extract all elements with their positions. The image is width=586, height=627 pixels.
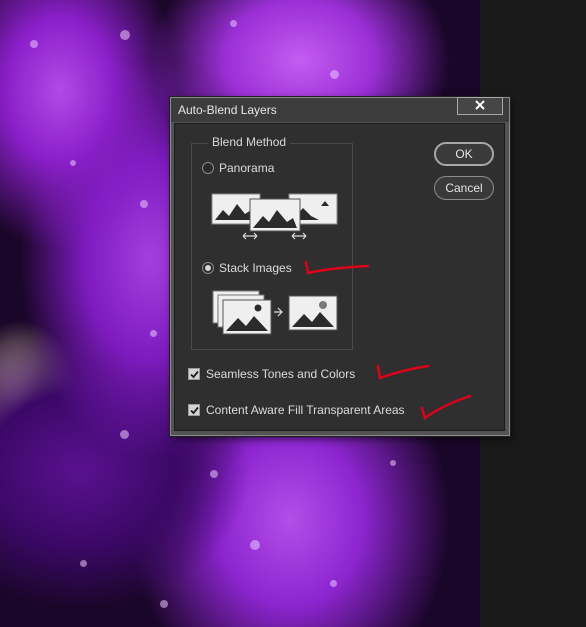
content-aware-fill-checkbox[interactable]	[188, 404, 200, 416]
dialog-title: Auto-Blend Layers	[178, 103, 277, 117]
content-aware-fill-label[interactable]: Content Aware Fill Transparent Areas	[206, 403, 405, 417]
annotation-mark	[376, 364, 430, 380]
stack-images-label[interactable]: Stack Images	[219, 261, 292, 275]
panorama-radio[interactable]	[202, 162, 214, 174]
seamless-tones-label[interactable]: Seamless Tones and Colors	[206, 367, 355, 381]
close-button[interactable]	[457, 97, 503, 115]
panorama-label[interactable]: Panorama	[219, 161, 274, 175]
cancel-button[interactable]: Cancel	[434, 176, 494, 200]
title-bar[interactable]: Auto-Blend Layers	[171, 97, 509, 122]
seamless-tones-checkbox[interactable]	[188, 368, 200, 380]
checkmark-icon	[190, 406, 199, 415]
ok-button[interactable]: OK	[434, 142, 494, 166]
stack-images-radio[interactable]	[202, 262, 214, 274]
blend-method-group: Blend Method Panorama Stack Images	[191, 135, 353, 350]
panorama-illustration-icon	[211, 193, 338, 240]
stack-images-illustration-icon	[212, 290, 338, 335]
annotation-mark	[304, 260, 370, 275]
close-icon	[475, 97, 485, 115]
annotation-mark	[420, 394, 472, 421]
group-title: Blend Method	[208, 135, 291, 149]
checkmark-icon	[190, 370, 199, 379]
